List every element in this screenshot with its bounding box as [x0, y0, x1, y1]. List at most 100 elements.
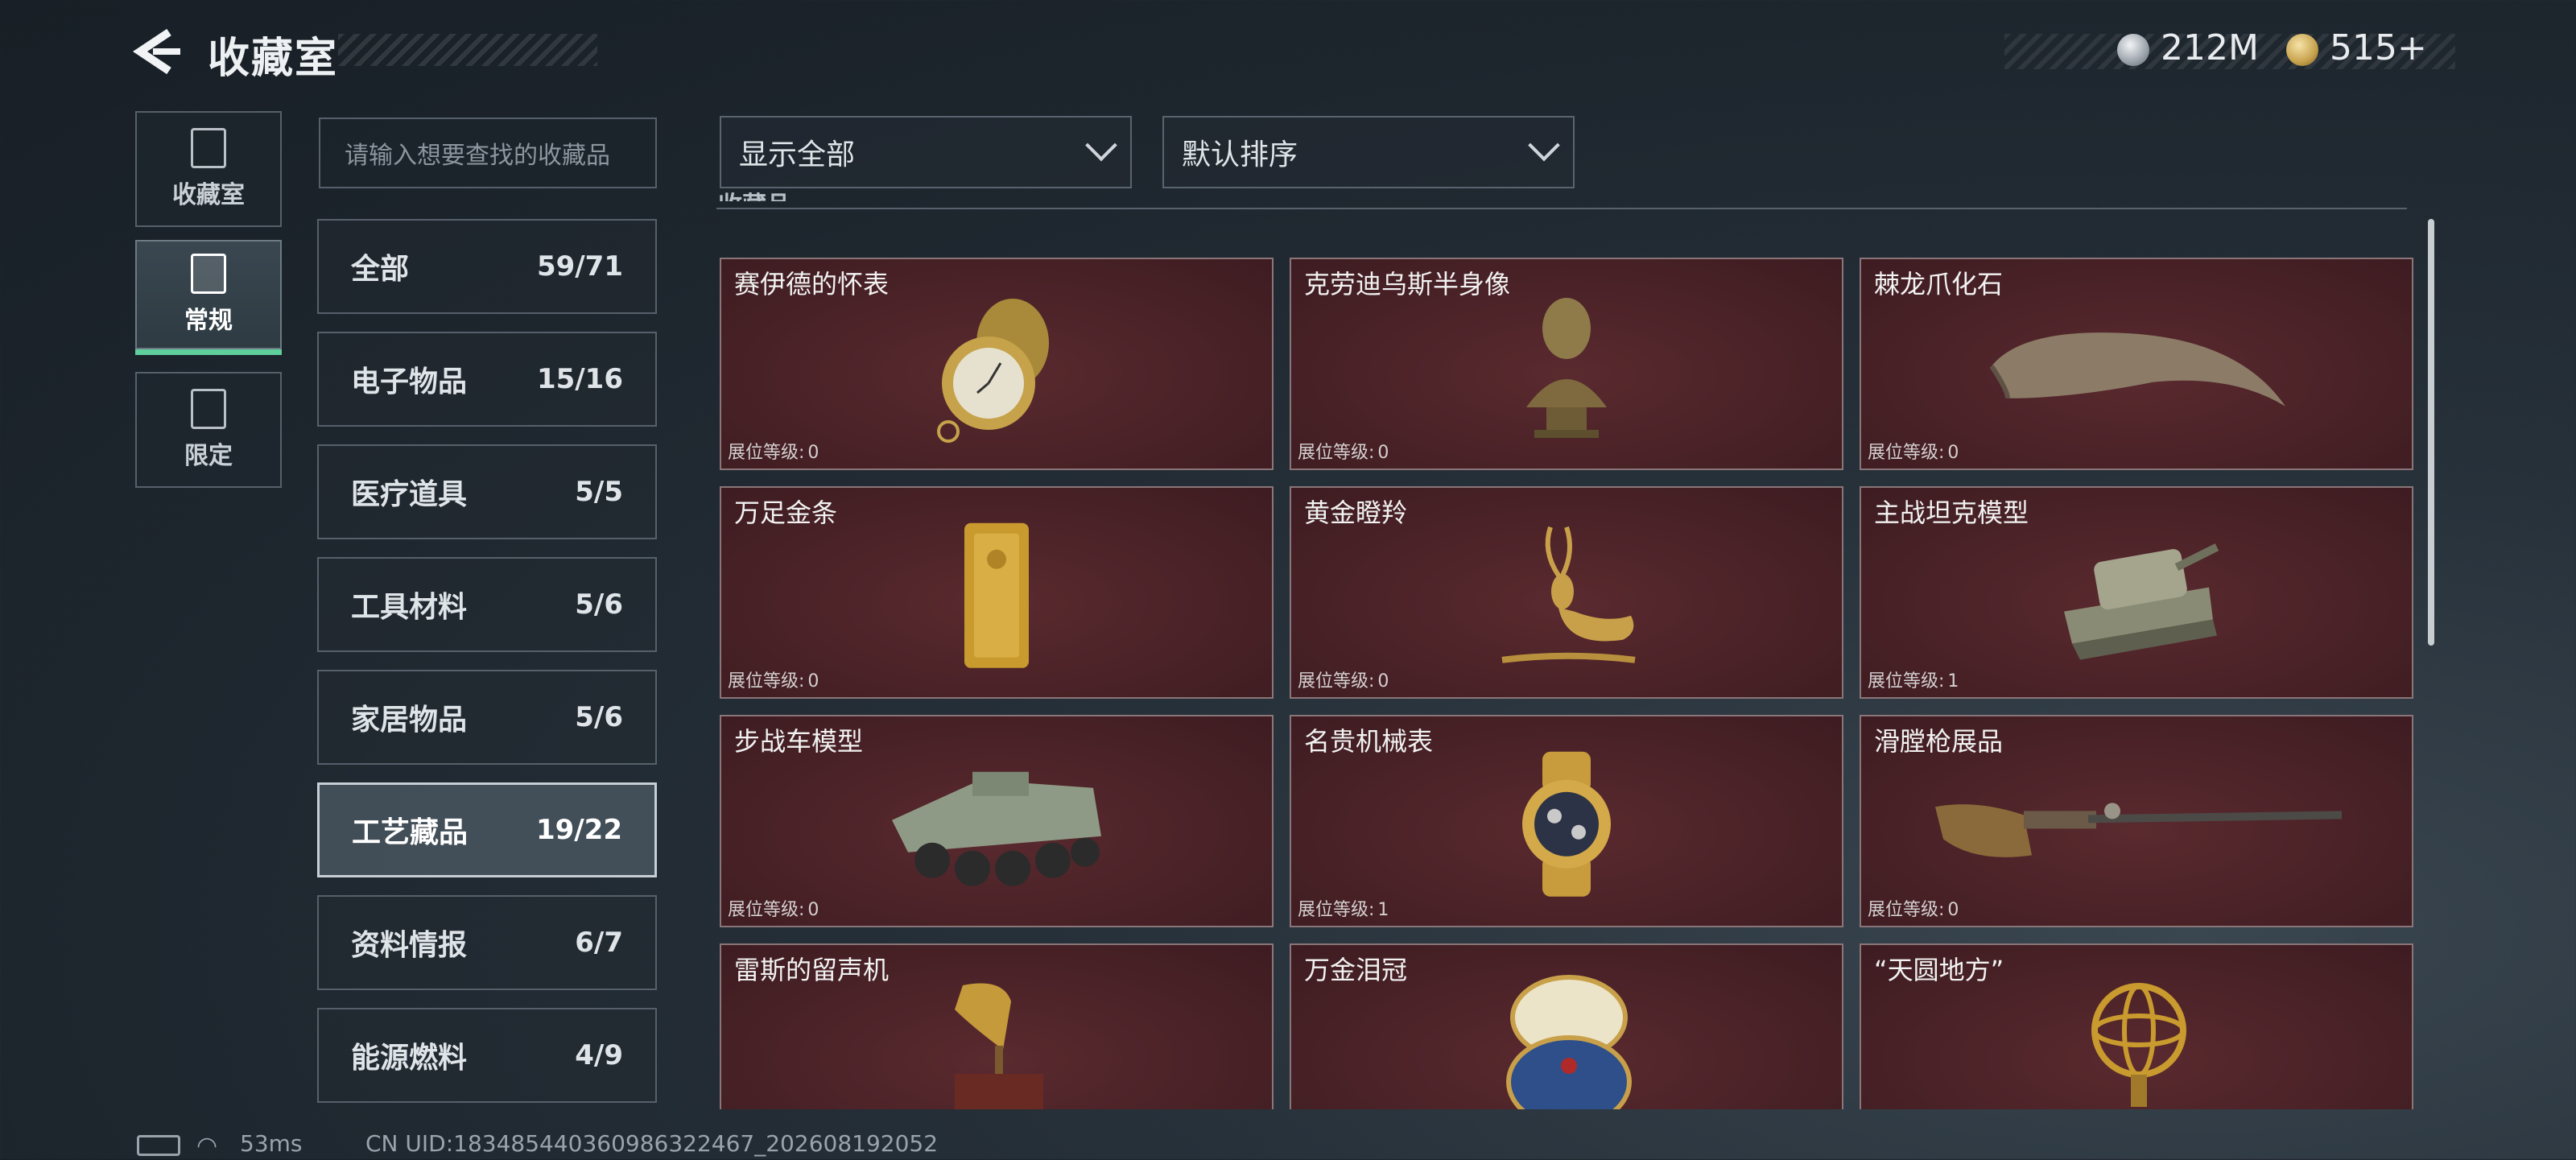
nav-label: 收藏室 [172, 181, 245, 209]
nav-regular[interactable]: 常规 [135, 240, 282, 349]
search-input[interactable]: 请输入想要查找的收藏品 [319, 118, 657, 188]
regular-collection-icon [191, 254, 226, 294]
gold-currency-amount[interactable]: 515+ [2330, 27, 2427, 68]
booth-level: 展位等级: 1 [1298, 895, 1389, 921]
page-title: 收藏室 [208, 35, 339, 83]
category-name: 能源燃料 [351, 1042, 468, 1075]
category-medical[interactable]: 医疗道具 5/5 [317, 444, 657, 539]
booth-level-value: 0 [807, 671, 819, 691]
grid-scrollbar[interactable] [2428, 219, 2434, 646]
nav-label: 常规 [184, 307, 233, 335]
gold-coin-icon [2286, 34, 2318, 66]
category-energy[interactable]: 能源燃料 4/9 [317, 1008, 657, 1103]
bust-icon [1526, 298, 1607, 438]
pocket-watch-icon [937, 299, 1049, 443]
item-name: 名贵机械表 [1304, 726, 1434, 757]
item-name: 万足金条 [734, 497, 838, 528]
uid-text: CN UID:18348544036098632246​7_2026081920… [365, 1130, 939, 1157]
category-all[interactable]: 全部 59/71 [317, 219, 657, 314]
musket-icon [1935, 803, 2343, 857]
sort-dropdown[interactable]: 默认排序 [1162, 116, 1575, 188]
chevron-down-icon [1528, 129, 1560, 162]
booth-level: 展位等级: 0 [728, 667, 819, 692]
category-name: 电子物品 [351, 365, 468, 398]
category-count: 15/16 [536, 363, 623, 395]
category-electronics[interactable]: 电子物品 15/16 [317, 332, 657, 427]
booth-level: 展位等级: 0 [1868, 438, 1959, 464]
back-icon[interactable] [129, 27, 185, 76]
item-name: 万金泪冠 [1304, 955, 1408, 985]
booth-level-label: 展位等级: [1868, 900, 1945, 920]
silver-currency-amount: 212M [2161, 27, 2259, 68]
booth-level-value: 1 [1947, 671, 1959, 691]
category-name: 全部 [351, 253, 410, 286]
booth-level-label: 展位等级: [728, 671, 805, 691]
collection-card[interactable]: 棘龙爪化石 展位等级: 0 [1860, 258, 2413, 470]
booth-level-value: 0 [1947, 900, 1959, 920]
category-count: 4/9 [575, 1039, 623, 1071]
booth-level-value: 0 [1377, 443, 1389, 463]
booth-level-label: 展位等级: [1298, 900, 1375, 920]
nav-active-indicator [135, 349, 282, 355]
nav-collection-room[interactable]: 收藏室 [135, 111, 282, 227]
category-count: 5/6 [575, 588, 623, 621]
booth-level-label: 展位等级: [1298, 443, 1375, 463]
wristwatch-icon [1522, 751, 1611, 897]
booth-level-value: 0 [807, 443, 819, 463]
booth-level-label: 展位等级: [1868, 443, 1945, 463]
collection-grid[interactable]: 收藏品 赛伊德的怀表 展位等级:0 克劳迪乌斯半身像 展位等级:0 棘龙爪化石 [708, 190, 2447, 1109]
category-count: 5/6 [575, 701, 623, 733]
collection-card[interactable]: 黄金瞪羚 展位等级: 0 [1290, 486, 1843, 699]
category-name: 工艺藏品 [352, 816, 469, 849]
filter-dropdown[interactable]: 显示全部 [720, 116, 1132, 188]
booth-level: 展位等级: 0 [1298, 667, 1389, 692]
item-name: 黄金瞪羚 [1304, 497, 1408, 528]
collection-card[interactable]: 克劳迪乌斯半身像 展位等级: 0 [1290, 258, 1843, 470]
collection-card[interactable]: 名贵机械表 展位等级: 1 [1290, 715, 1843, 927]
filter-dropdown-value: 显示全部 [739, 138, 856, 171]
jeweled-egg-icon [1506, 975, 1632, 1109]
battery-icon [137, 1135, 180, 1156]
item-name: 步战车模型 [734, 726, 864, 757]
item-name: “天圆地方” [1874, 955, 2004, 985]
item-name: 棘龙爪化石 [1874, 269, 2004, 299]
nav-limited[interactable]: 限定 [135, 372, 282, 488]
booth-level: 展位等级: 0 [728, 895, 819, 921]
limited-collection-icon [191, 389, 226, 429]
item-name: 雷斯的留声机 [734, 955, 890, 985]
category-crafts[interactable]: 工艺藏品 19/22 [317, 782, 657, 877]
category-name: 工具材料 [351, 591, 468, 624]
category-household[interactable]: 家居物品 5/6 [317, 670, 657, 765]
booth-level: 展位等级: 0 [728, 438, 819, 464]
collection-card[interactable]: 步战车模型 展位等级: 0 [720, 715, 1274, 927]
sort-dropdown-value: 默认排序 [1182, 138, 1298, 171]
title-decoration [338, 34, 597, 66]
collection-card[interactable]: 滑膛枪展品 展位等级: 0 [1860, 715, 2413, 927]
booth-level-label: 展位等级: [728, 443, 805, 463]
booth-level-label: 展位等级: [1868, 671, 1945, 691]
booth-level-value: 1 [1377, 900, 1389, 920]
booth-level: 展位等级: 0 [1298, 438, 1389, 464]
collection-card[interactable]: 雷斯的留声机 [720, 943, 1274, 1109]
section-title: 收藏品 [718, 190, 791, 201]
booth-level: 展位等级: 0 [1868, 895, 1959, 921]
item-name: 克劳迪乌斯半身像 [1304, 269, 1511, 299]
item-name: 主战坦克模型 [1874, 497, 2029, 528]
collection-card[interactable]: “天圆地方” [1860, 943, 2413, 1109]
ping-value: 53ms [240, 1130, 303, 1157]
collection-card[interactable]: 万足金条 展位等级: 0 [720, 486, 1274, 699]
tank-model-icon [2064, 543, 2219, 660]
gramophone-icon [955, 983, 1043, 1109]
category-tools[interactable]: 工具材料 5/6 [317, 557, 657, 652]
gazelle-icon [1501, 526, 1636, 663]
chevron-down-icon [1085, 129, 1117, 162]
category-intel[interactable]: 资料情报 6/7 [317, 895, 657, 990]
armillary-sphere-icon [2091, 983, 2186, 1107]
gold-bar-icon [964, 522, 1029, 668]
category-name: 家居物品 [351, 704, 468, 737]
collection-card[interactable]: 万金泪冠 [1290, 943, 1843, 1109]
collection-card[interactable]: 主战坦克模型 展位等级: 1 [1860, 486, 2413, 699]
nav-label: 限定 [184, 442, 233, 470]
booth-level-label: 展位等级: [728, 900, 805, 920]
collection-card[interactable]: 赛伊德的怀表 展位等级: 0 [720, 258, 1274, 470]
